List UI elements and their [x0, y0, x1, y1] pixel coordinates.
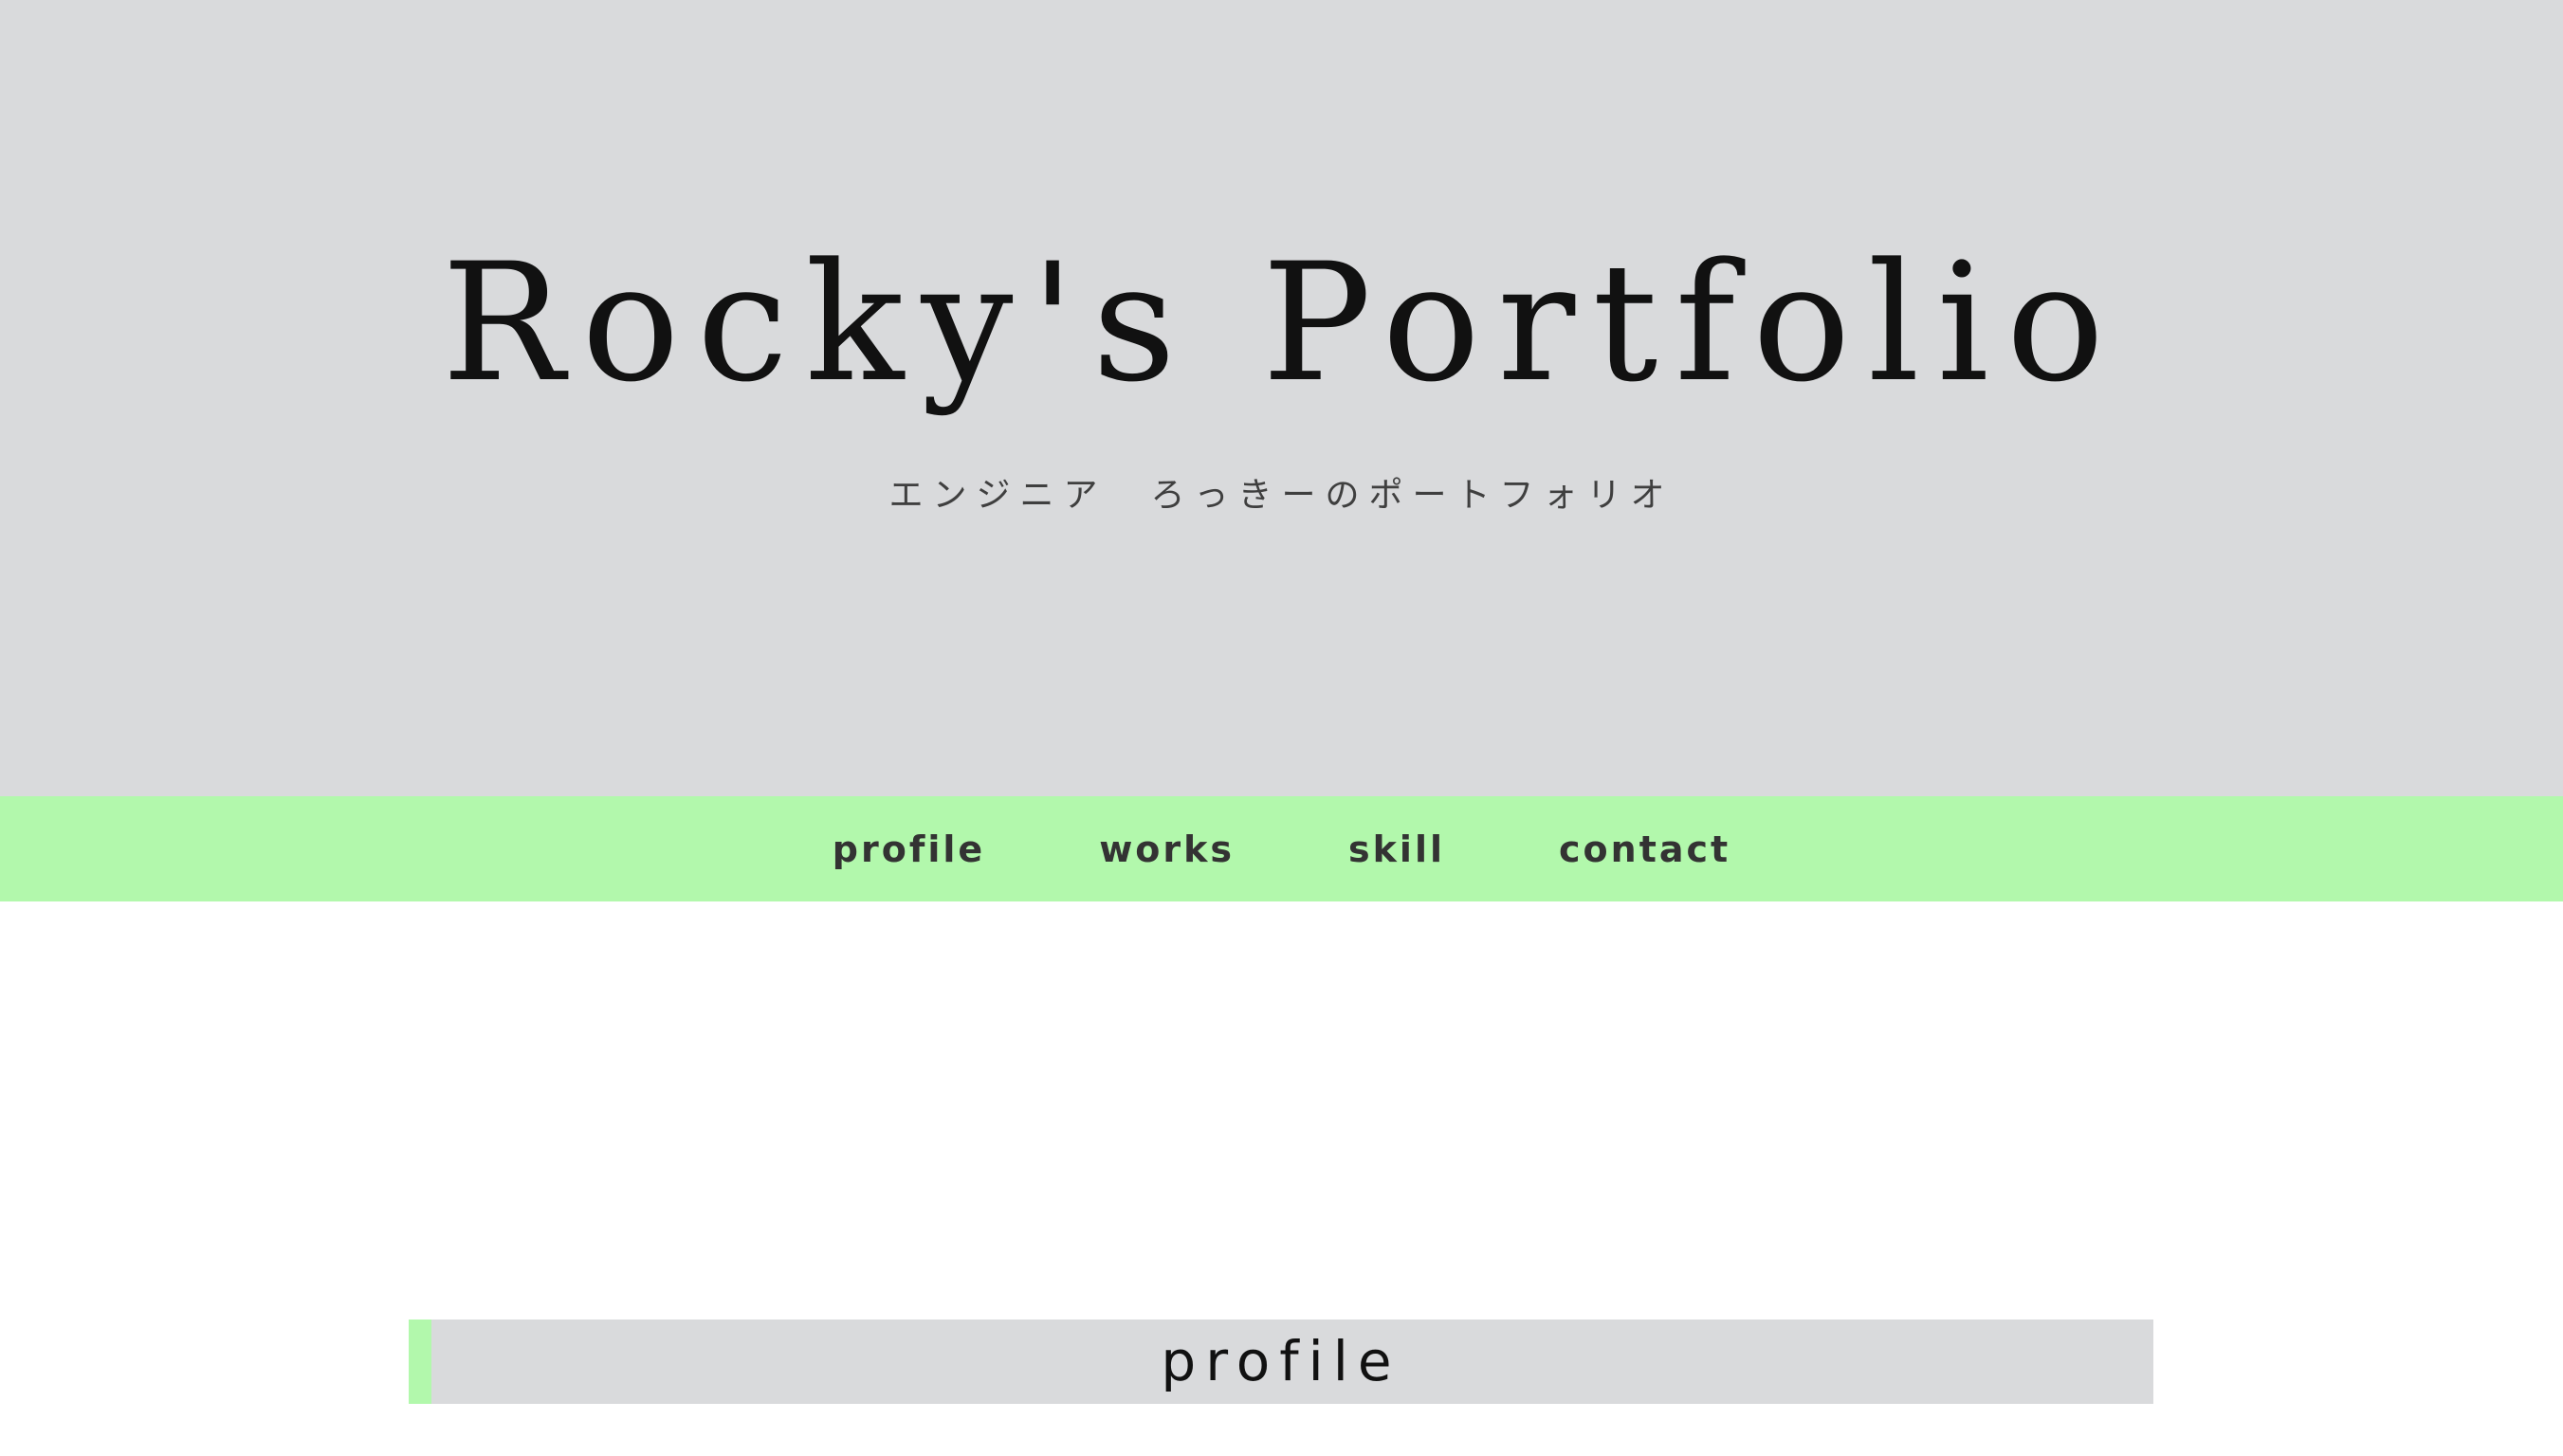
site-title: Rocky's Portfolio [441, 228, 2122, 418]
profile-section-heading: profile [409, 1320, 2153, 1404]
site-subtitle: エンジニア ろっきーのポートフォリオ [888, 476, 1675, 515]
nav-item-skill[interactable]: skill [1348, 828, 1445, 870]
profile-heading-text: profile [1161, 1329, 1401, 1393]
hero-header: Rocky's Portfolio エンジニア ろっきーのポートフォリオ [0, 0, 2563, 796]
nav-item-profile[interactable]: profile [833, 828, 985, 870]
nav-item-contact[interactable]: contact [1559, 828, 1730, 870]
nav-list: profile works skill contact [0, 796, 2563, 901]
main-nav: profile works skill contact [0, 796, 2563, 901]
nav-item-works[interactable]: works [1099, 828, 1235, 870]
